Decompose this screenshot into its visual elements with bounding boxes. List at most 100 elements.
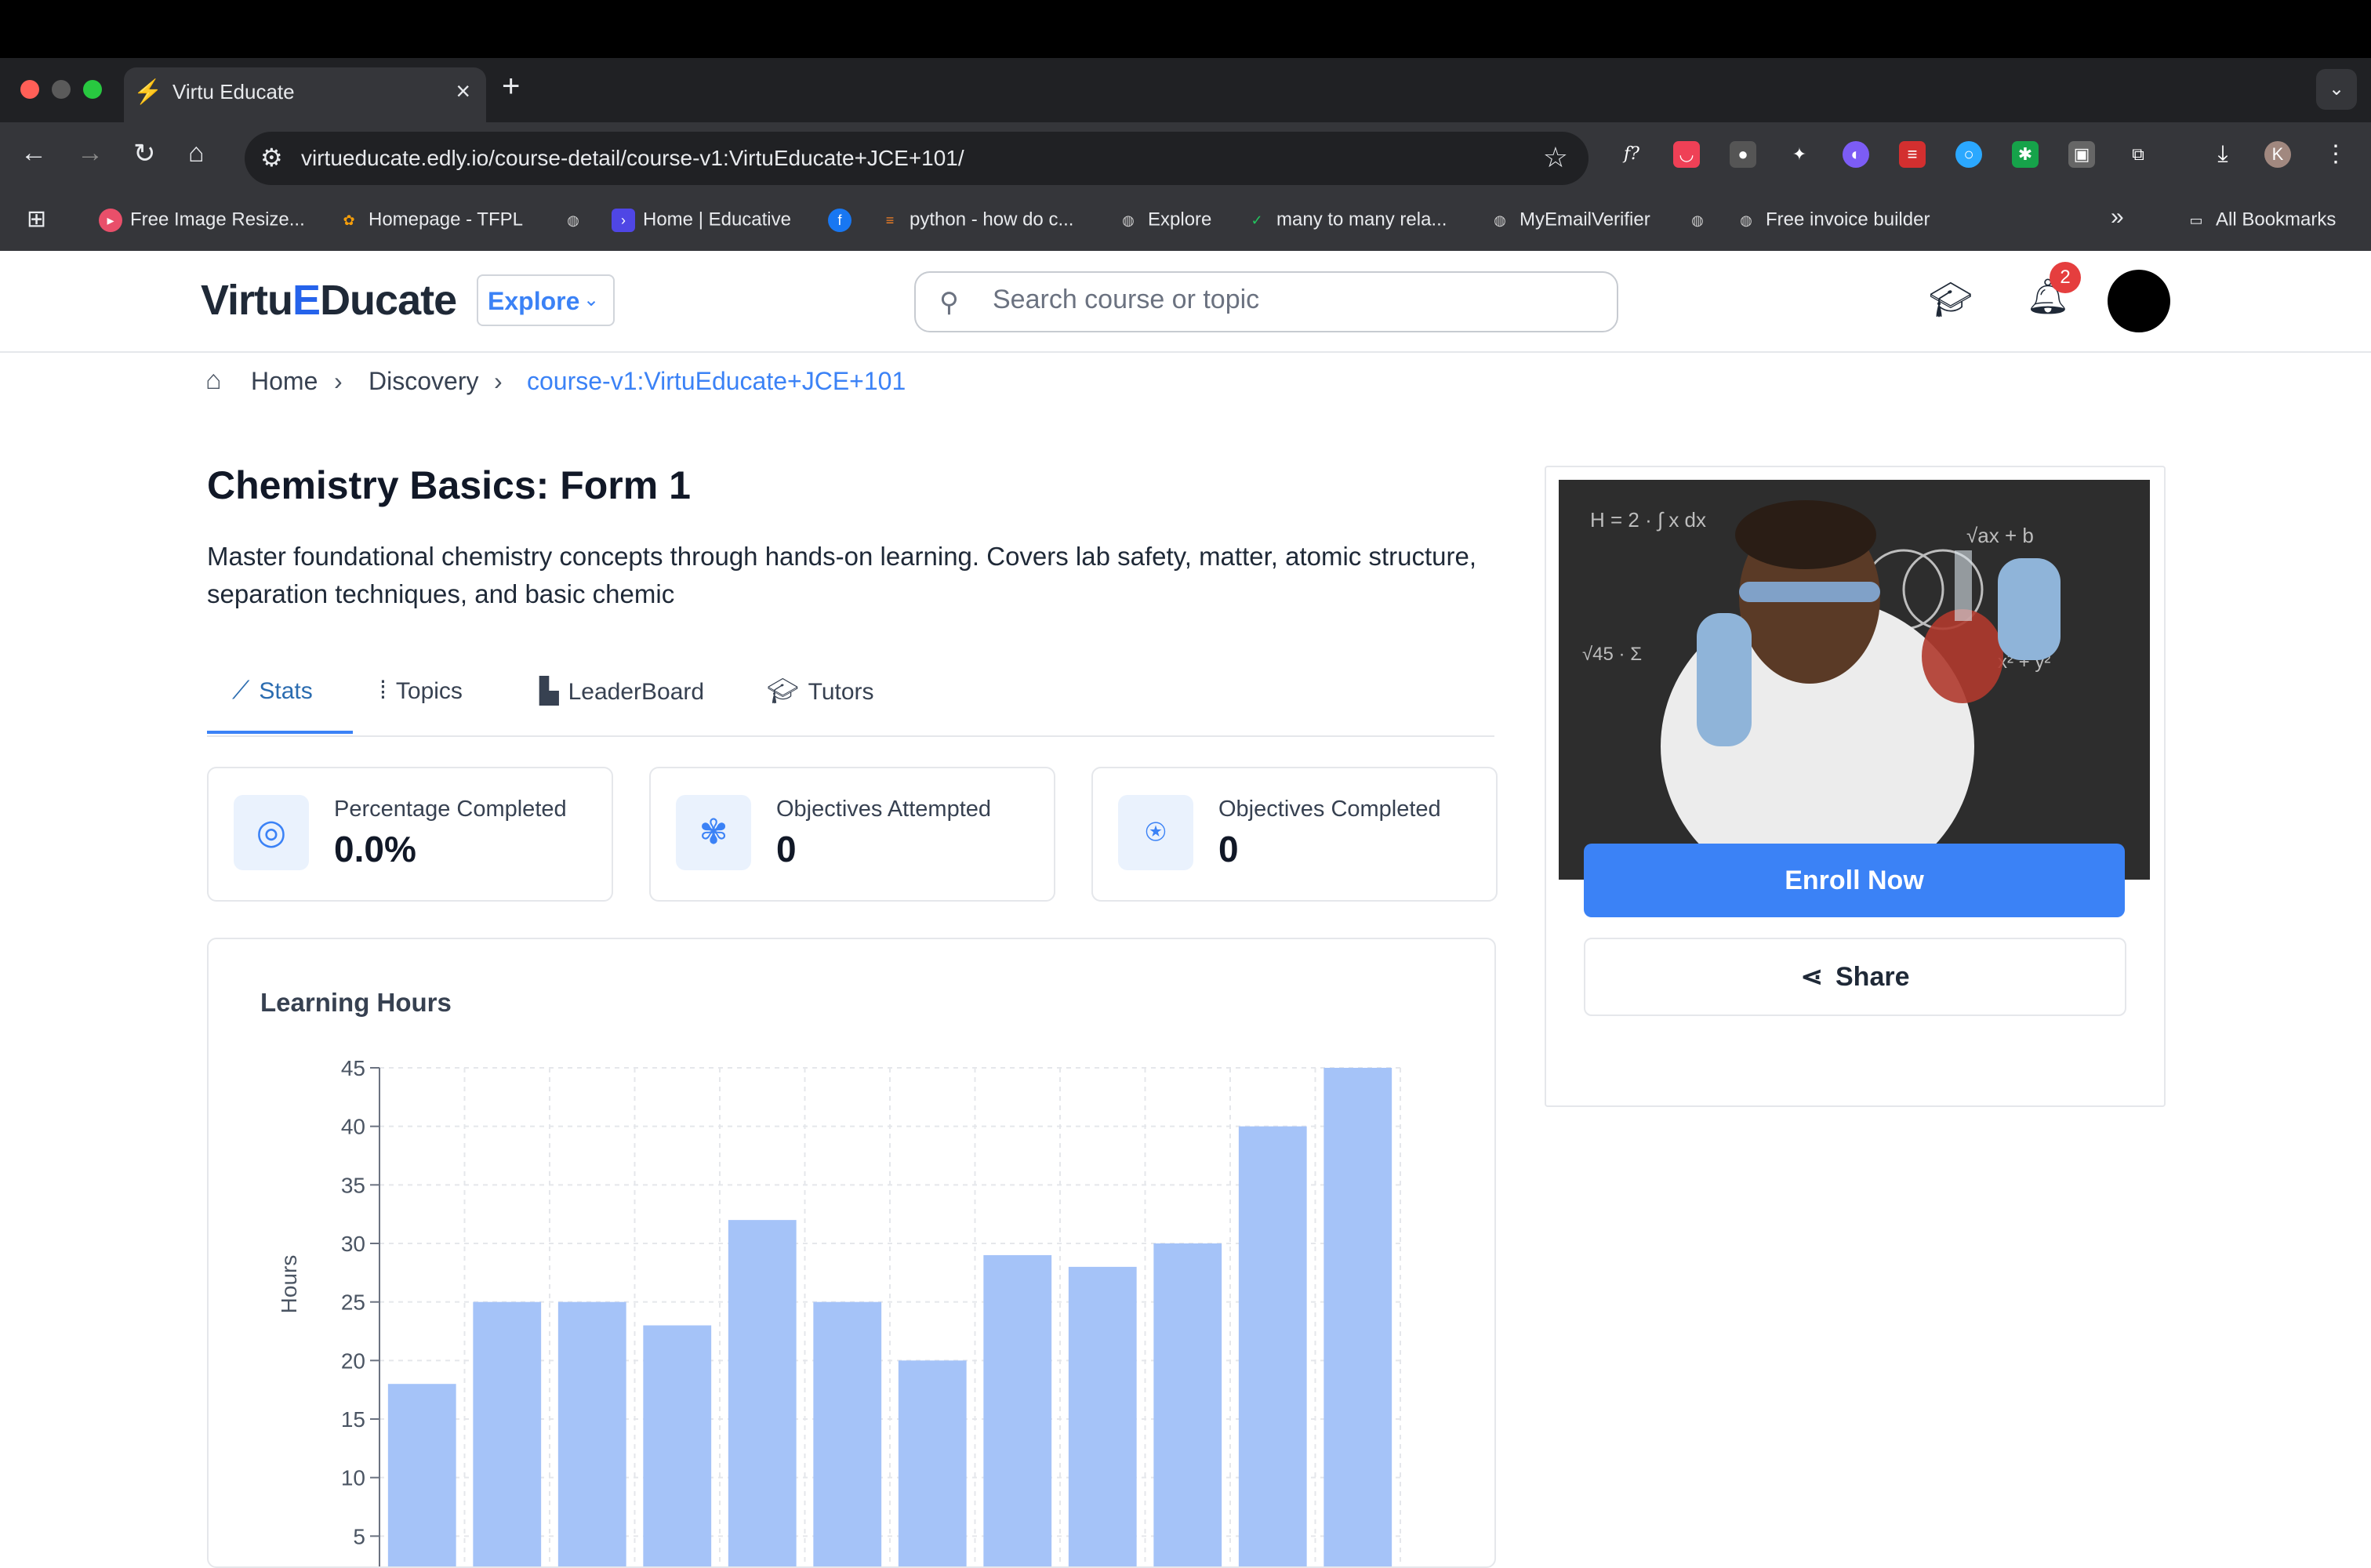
browser-menu-icon[interactable]: ⋮ bbox=[2322, 141, 2349, 168]
user-avatar[interactable] bbox=[2108, 270, 2170, 332]
bookmark-item[interactable]: ✿ Homepage - TFPL bbox=[337, 209, 523, 232]
bookmark-item[interactable]: ◍ bbox=[1686, 209, 1717, 232]
tab-stats[interactable]: ⟋ Stats bbox=[232, 676, 313, 706]
tab-search-chevron-icon[interactable]: ⌄ bbox=[2316, 69, 2357, 110]
url-text[interactable]: virtueducate.edly.io/course-detail/cours… bbox=[301, 146, 964, 171]
bar bbox=[1323, 1068, 1392, 1566]
site-logo[interactable]: VirtuEDucate bbox=[201, 276, 457, 325]
y-tick-label: 40 bbox=[341, 1115, 365, 1139]
bookmark-item[interactable]: ▸ Free Image Resize... bbox=[99, 209, 305, 232]
y-tick-label: 25 bbox=[341, 1290, 365, 1315]
tab-title: Virtu Educate bbox=[172, 80, 295, 103]
learning-hours-card: Learning Hours 051015202530354045Hours bbox=[207, 938, 1496, 1568]
chemist-illustration: H = 2 · ∫ x dx √ax + b √45 · Σ x² + y² bbox=[1559, 480, 2150, 880]
site-settings-icon[interactable]: ⚙ bbox=[260, 143, 283, 172]
tab-tutors[interactable]: 🎓︎ Tutors bbox=[767, 676, 874, 706]
extensions-puzzle-icon[interactable]: ⧉ bbox=[2125, 141, 2151, 168]
extension-window-icon[interactable]: ▣ bbox=[2068, 141, 2095, 168]
logo-text-suffix: Ducate bbox=[320, 277, 457, 324]
svg-text:√ax + b: √ax + b bbox=[1966, 524, 2034, 547]
bar bbox=[898, 1360, 967, 1566]
browser-tab[interactable]: ⚡ Virtu Educate × bbox=[124, 67, 486, 122]
enroll-now-button[interactable]: Enroll Now bbox=[1584, 844, 2125, 917]
bookmark-item[interactable]: › Home | Educative bbox=[612, 209, 791, 232]
chevron-right-icon: › bbox=[494, 367, 503, 395]
profile-avatar[interactable]: K bbox=[2264, 141, 2291, 168]
new-tab-button[interactable]: + bbox=[502, 69, 520, 104]
extension-color-ring-icon[interactable]: ○ bbox=[1955, 141, 1982, 168]
search-input[interactable] bbox=[991, 284, 1590, 316]
brain-icon: ✾ bbox=[676, 795, 751, 870]
bookmark-item[interactable]: ◍ Explore bbox=[1117, 209, 1211, 232]
extension-pinwheel-icon[interactable]: ✱ bbox=[2012, 141, 2039, 168]
extension-gradient-icon[interactable]: ◐ bbox=[1843, 141, 1869, 168]
bookmark-item[interactable]: ✓ many to many rela... bbox=[1245, 209, 1447, 232]
bar bbox=[728, 1220, 797, 1566]
active-tab-indicator bbox=[207, 731, 353, 734]
bookmarks-overflow-icon[interactable]: » bbox=[2111, 204, 2124, 230]
breadcrumb-discovery[interactable]: Discovery bbox=[369, 367, 478, 396]
system-top-bar bbox=[0, 0, 2371, 58]
bookmark-label: python - how do c... bbox=[910, 209, 1074, 230]
search-box[interactable]: ⚲ bbox=[914, 271, 1618, 332]
share-button[interactable]: ⋖ Share bbox=[1584, 938, 2126, 1016]
window-minimize-button[interactable] bbox=[52, 80, 71, 99]
apps-grid-icon[interactable]: ⊞ bbox=[27, 205, 46, 233]
tutors-icon: 🎓︎ bbox=[767, 677, 799, 705]
tab-leaderboard-label: LeaderBoard bbox=[568, 679, 705, 705]
bookmark-item[interactable]: f bbox=[828, 209, 859, 232]
extension-pocket-icon[interactable]: ◡ bbox=[1673, 141, 1700, 168]
leaderboard-icon: ▙ bbox=[539, 677, 559, 705]
back-icon[interactable]: ← bbox=[20, 138, 47, 169]
chevron-down-icon: ⌄ bbox=[583, 289, 600, 310]
window-close-button[interactable] bbox=[20, 80, 39, 99]
bar bbox=[1153, 1243, 1222, 1566]
extension-stack-icon[interactable]: ≡ bbox=[1899, 141, 1926, 168]
extension-head-icon[interactable]: ● bbox=[1730, 141, 1756, 168]
home-icon[interactable]: ⌂ bbox=[205, 365, 222, 396]
extension-gift-icon[interactable]: ✦ bbox=[1786, 141, 1813, 168]
y-tick-label: 10 bbox=[341, 1466, 365, 1490]
bar bbox=[473, 1301, 542, 1566]
svg-text:√45 · Σ: √45 · Σ bbox=[1582, 644, 1642, 665]
forward-icon[interactable]: → bbox=[77, 138, 103, 169]
bookmark-item[interactable]: ◍ bbox=[561, 209, 593, 232]
stat-label: Objectives Completed bbox=[1218, 797, 1441, 822]
course-description: Master foundational chemistry concepts t… bbox=[207, 542, 1477, 608]
bookmark-item[interactable]: ◍ Free invoice builder bbox=[1734, 209, 1930, 232]
tab-leaderboard[interactable]: ▙ LeaderBoard bbox=[539, 676, 704, 706]
breadcrumb-home[interactable]: Home bbox=[251, 367, 318, 396]
bookmark-star-icon[interactable]: ☆ bbox=[1543, 141, 1568, 174]
downloads-icon[interactable]: ⤓ bbox=[2209, 141, 2236, 168]
globe-icon: ◍ bbox=[1691, 212, 1704, 228]
all-bookmarks[interactable]: ▭ All Bookmarks bbox=[2184, 209, 2336, 232]
window-zoom-button[interactable] bbox=[83, 80, 102, 99]
bookmark-favicon-icon: ✿ bbox=[343, 212, 355, 228]
medal-icon: ⍟ bbox=[1118, 795, 1193, 870]
bookmark-item[interactable]: ≡ python - how do c... bbox=[878, 209, 1074, 232]
bar bbox=[813, 1301, 882, 1566]
share-label: Share bbox=[1835, 962, 1910, 992]
tab-topics[interactable]: ⁞ Topics bbox=[379, 676, 463, 705]
bookmark-item[interactable]: ◍ MyEmailVerifier bbox=[1488, 209, 1650, 232]
bar bbox=[557, 1301, 626, 1566]
home-icon[interactable]: ⌂ bbox=[188, 138, 205, 169]
globe-icon: ◍ bbox=[1122, 212, 1135, 228]
notification-count-badge: 2 bbox=[2050, 262, 2081, 293]
tab-favicon-icon: ⚡ bbox=[133, 79, 163, 105]
globe-icon: ◍ bbox=[1740, 212, 1752, 228]
extension-formula-icon[interactable]: f? bbox=[1618, 141, 1645, 168]
graduation-cap-icon[interactable]: 🎓︎ bbox=[1929, 279, 1973, 320]
share-icon: ⋖ bbox=[1800, 962, 1824, 992]
reload-icon[interactable]: ↻ bbox=[133, 138, 156, 169]
stat-card-percentage: ◎ Percentage Completed 0.0% bbox=[207, 767, 613, 902]
target-icon: ◎ bbox=[234, 795, 309, 870]
bar bbox=[387, 1384, 456, 1566]
tab-tutors-label: Tutors bbox=[808, 679, 874, 705]
tab-close-icon[interactable]: × bbox=[456, 77, 470, 106]
address-bar[interactable]: ⚙ virtueducate.edly.io/course-detail/cou… bbox=[245, 132, 1589, 185]
stat-label: Objectives Attempted bbox=[776, 797, 992, 822]
logo-text-e: E bbox=[292, 277, 321, 324]
explore-label: Explore bbox=[488, 287, 580, 315]
explore-dropdown[interactable]: Explore ⌄ bbox=[477, 274, 615, 326]
